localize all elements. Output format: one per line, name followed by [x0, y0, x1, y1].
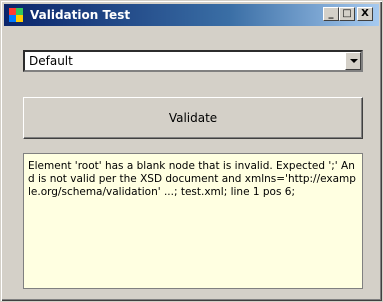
validation-output: Element 'root' has a blank node that is … — [23, 153, 363, 289]
title-bar[interactable]: Validation Test _ □ X — [4, 4, 379, 26]
main-window: Validation Test _ □ X Default Validate E… — [0, 0, 383, 302]
app-icon — [8, 7, 24, 23]
maximize-button[interactable]: □ — [339, 7, 355, 21]
validate-button[interactable]: Validate — [23, 97, 363, 139]
minimize-button[interactable]: _ — [323, 7, 339, 21]
dropdown-value: Default — [29, 54, 73, 68]
close-button[interactable]: X — [357, 7, 373, 21]
schema-dropdown[interactable]: Default — [23, 50, 363, 72]
chevron-down-icon[interactable] — [345, 52, 361, 70]
window-title: Validation Test — [30, 8, 131, 22]
